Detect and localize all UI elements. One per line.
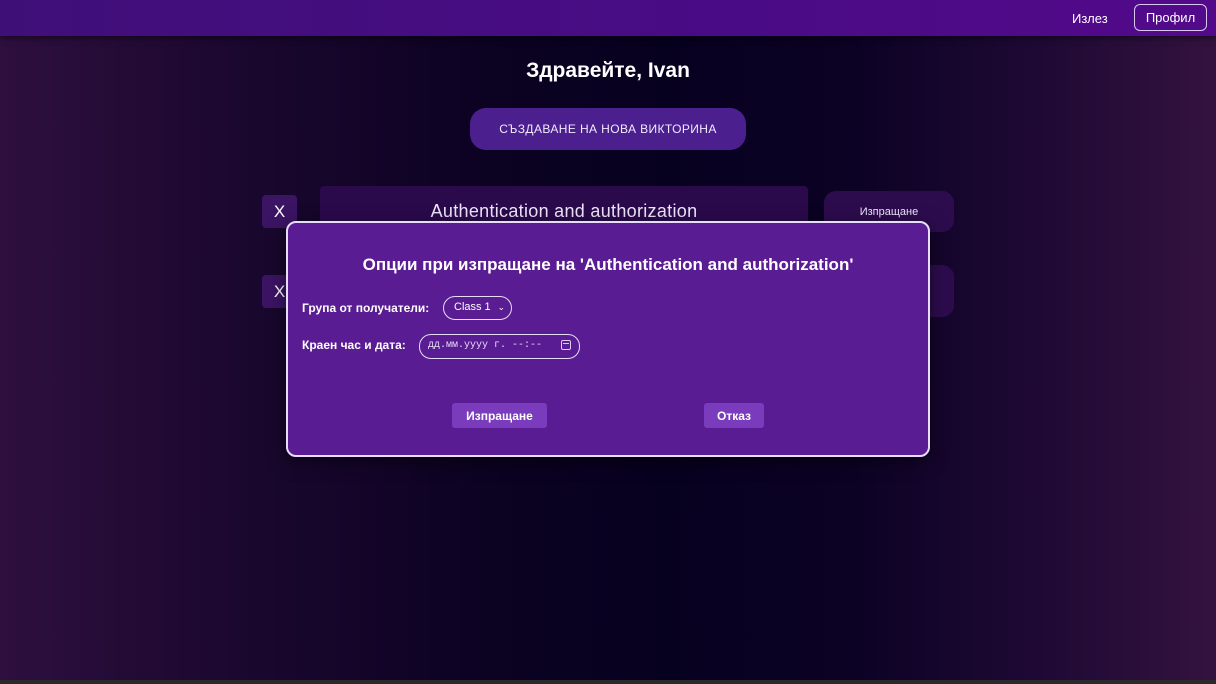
deadline-placeholder: дд.мм.уууу г. --:-- [428, 340, 543, 351]
recipient-group-select[interactable]: Class 1 ⌄ [443, 296, 512, 320]
confirm-send-button[interactable]: Изпращане [452, 403, 547, 428]
calendar-icon[interactable] [561, 340, 571, 350]
dialog-title: Опции при изпращане на 'Authentication a… [362, 255, 854, 274]
chevron-down-icon: ⌄ [497, 302, 505, 312]
recipient-group-label: Група от получатели: [302, 301, 430, 315]
modal-overlay: Опции при изпращане на 'Authentication a… [0, 0, 1216, 684]
deadline-label: Краен час и дата: [302, 338, 406, 352]
selected-group-value: Class 1 [454, 301, 491, 313]
deadline-datetime-input[interactable]: дд.мм.уууу г. --:-- [419, 334, 580, 359]
cancel-button[interactable]: Отказ [704, 403, 764, 428]
send-options-dialog: Опции при изпращане на 'Authentication a… [286, 221, 930, 457]
bottom-scrollbar-strip [0, 680, 1216, 684]
